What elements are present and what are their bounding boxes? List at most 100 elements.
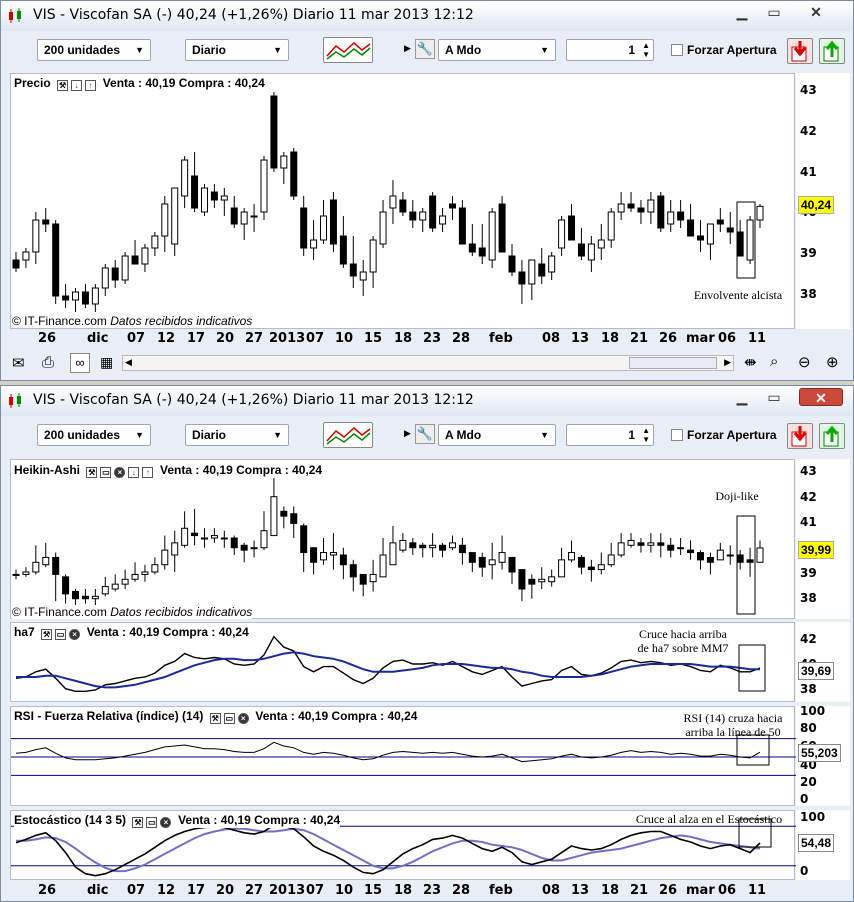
scroll-right-icon[interactable]: ▶ [724,357,731,368]
buy-mini-icon[interactable]: ↑ [85,80,97,91]
email-icon[interactable]: ✉ [12,354,25,372]
candle-body [191,532,199,537]
title-bar[interactable]: VIS - Viscofan SA (-) 40,24 (+1,26%) Dia… [1,386,853,416]
order-type-select[interactable]: A Mdo ▼ [438,39,556,61]
candle-body [508,556,516,573]
quantity-value: 1 [628,428,635,442]
wrench-icon[interactable]: 🔧 [415,424,435,444]
x-tick: 26 [38,331,57,346]
quote-text: Venta : 40,19 Compra : 40,24 [102,76,265,90]
annotation-stoch-cross: Cruce al alza en el Estocástico [635,812,783,826]
maximize-button[interactable]: ▭ [759,3,789,21]
wrench-icon[interactable]: ⚒ [86,467,98,478]
candle-body [657,195,665,229]
play-arrow-icon[interactable]: ▶ [404,43,411,54]
candle-body [230,207,238,225]
heikin-ashi-panel[interactable]: Heikin-Ashi ⚒ ▭ × ↓ ↑ Venta : 40,19 Compra :… [10,459,795,619]
play-arrow-icon[interactable]: ▶ [404,428,411,439]
close-circle-icon[interactable]: × [114,467,126,478]
candle-body [181,159,189,197]
quote-text: Venta : 40,19 Compra : 40,24 [178,813,341,827]
price-panel[interactable]: Precio ⚒ ↓ ↑ Venta : 40,19 Compra : 40,24 … [10,73,795,329]
buy-button[interactable] [819,38,845,64]
wrench-icon[interactable]: ⚒ [209,713,221,724]
sell-button[interactable] [787,38,813,64]
x-tick: 26 [38,883,57,898]
candle-body [667,544,675,551]
scroll-thumb[interactable] [629,357,717,369]
force-open-checkbox[interactable]: Forzar Apertura [671,43,777,57]
close-button[interactable]: ✕ [801,3,831,21]
buy-mini-icon[interactable]: ↑ [142,467,154,478]
window-icon[interactable]: ▭ [55,629,67,640]
zoom-out-icon[interactable]: ⊖ [798,353,811,371]
calculator-icon[interactable]: ▦ [100,354,113,371]
checkbox-box[interactable] [671,44,683,56]
y-tick: 42 [800,490,817,504]
units-select[interactable]: 200 unidades ▼ [37,424,151,446]
sell-mini-icon[interactable]: ↓ [128,467,140,478]
candlestick-app-icon [9,393,21,408]
buy-button[interactable] [819,423,845,449]
minimize-button[interactable]: ▁ [727,388,757,406]
print-icon[interactable]: ⎙ [42,354,54,371]
candle-body [409,542,417,549]
candle-body [558,219,566,249]
order-type-select[interactable]: A Mdo ▼ [438,424,556,446]
period-select[interactable]: Diario ▼ [185,424,289,446]
x-tick: 17 [187,331,206,346]
close-button[interactable]: ✕ [799,388,843,406]
candle-body [12,573,20,576]
rsi-panel[interactable]: RSI - Fuerza Relativa (índice) (14) ⚒ ▭ × … [10,706,796,806]
order-toolbar: 200 unidades ▼ Diario ▼ ▶ 🔧 A Mdo ▼ 1 ▲ ▼ For… [1,418,853,452]
wrench-icon[interactable]: ⚒ [41,629,53,640]
link-icon[interactable]: ∞ [70,353,90,373]
close-circle-icon[interactable]: × [160,817,172,828]
stepper-arrows-icon[interactable]: ▲ ▼ [642,426,650,444]
annotation-doji: Doji-like [715,489,759,503]
stepper-arrows-icon[interactable]: ▲ ▼ [642,41,650,59]
candle-body [260,530,268,549]
heikin-ashi-candles[interactable] [11,460,796,620]
wrench-icon[interactable]: ⚒ [57,80,69,91]
wrench-icon[interactable]: ⚒ [132,817,144,828]
disclaimer-text: Datos recibidos indicativos [110,314,253,328]
window-icon[interactable]: ▭ [223,713,235,724]
horizontal-scrollbar[interactable]: ◀ ▶ [122,355,734,371]
candle-body [22,251,30,261]
quantity-stepper[interactable]: 1 ▲ ▼ [566,39,654,61]
stochastic-panel[interactable]: Estocástico (14 3 5) ⚒ ▭ × Venta : 40,19 C… [10,810,796,880]
chart-style-icon [326,426,371,445]
x-tick: feb [489,883,513,898]
zoom-fit-icon[interactable]: ⇼ [744,353,757,371]
wrench-icon[interactable]: 🔧 [415,39,435,59]
candle-body [151,564,159,573]
candle-body [270,95,278,169]
quote-text: Venta : 40,19 Compra : 40,24 [160,463,323,477]
chart-window-2: VIS - Viscofan SA (-) 40,24 (+1,26%) Dia… [0,385,854,902]
quantity-stepper[interactable]: 1 ▲ ▼ [566,424,654,446]
chart-type-button[interactable] [323,37,373,63]
close-circle-icon[interactable]: × [237,713,249,724]
window-icon[interactable]: ▭ [100,467,112,478]
maximize-button[interactable]: ▭ [759,388,789,406]
ha7-panel[interactable]: ha7 ⚒ ▭ × Venta : 40,19 Compra : 40,24 Cru… [10,622,795,702]
scroll-left-icon[interactable]: ◀ [125,357,132,368]
sell-mini-icon[interactable]: ↓ [71,80,83,91]
sell-button[interactable] [787,423,813,449]
force-open-checkbox[interactable]: Forzar Apertura [671,428,777,442]
close-circle-icon[interactable]: × [69,629,81,640]
window-title: VIS - Viscofan SA (-) 40,24 (+1,26%) Dia… [33,7,474,23]
zoom-box-icon[interactable]: ⌕ [770,353,778,370]
window-icon[interactable]: ▭ [146,817,158,828]
units-select[interactable]: 200 unidades ▼ [37,39,151,61]
zoom-in-icon[interactable]: ⊕ [826,353,839,371]
minimize-button[interactable]: ▁ [727,3,757,21]
candle-body [667,211,675,225]
chart-type-button[interactable] [323,422,373,448]
period-select[interactable]: Diario ▼ [185,39,289,61]
title-bar[interactable]: VIS - Viscofan SA (-) 40,24 (+1,26%) Dia… [1,1,853,31]
price-candles[interactable] [11,74,796,330]
checkbox-box[interactable] [671,429,683,441]
candle-body [62,576,70,595]
